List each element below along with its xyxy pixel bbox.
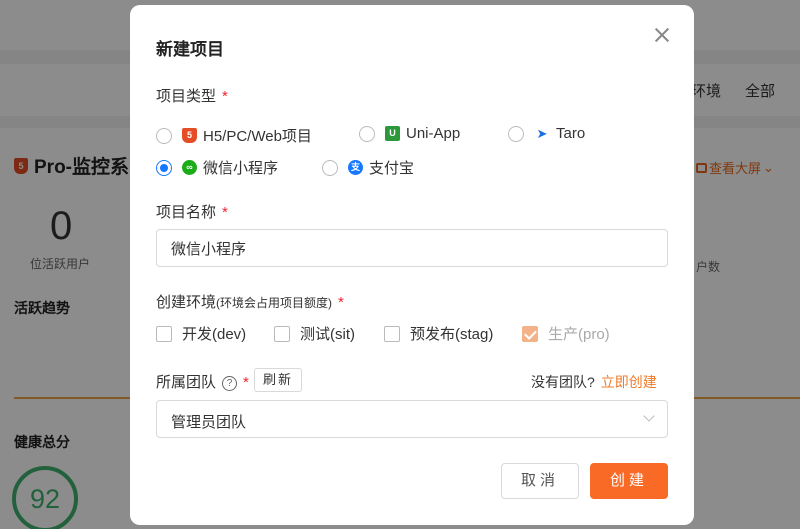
uni-app-icon: U xyxy=(385,126,400,141)
required-mark: * xyxy=(243,374,249,391)
radio-label: 微信小程序 xyxy=(203,160,279,177)
radio-label: H5/PC/Web项目 xyxy=(203,128,312,145)
create-team-link[interactable]: 立即创建 xyxy=(601,374,657,390)
checkbox-stag[interactable]: 预发布(stag) xyxy=(384,323,493,344)
environment-label: 创建环境(环境会占用项目额度) * xyxy=(156,291,344,312)
html5-icon: 5 xyxy=(182,128,197,143)
required-mark: * xyxy=(222,88,228,105)
radio-alipay[interactable]: 支 支付宝 xyxy=(322,157,414,178)
required-mark: * xyxy=(338,294,344,311)
no-team-text: 没有团队? xyxy=(531,374,595,390)
close-icon[interactable] xyxy=(652,25,672,45)
radio-taro[interactable]: ➤ Taro xyxy=(508,125,585,142)
project-name-label-text: 项目名称 xyxy=(156,204,217,221)
radio-circle[interactable] xyxy=(508,125,524,142)
alipay-icon: 支 xyxy=(348,160,363,175)
team-label-text: 所属团队 xyxy=(156,374,217,391)
team-select-value: 管理员团队 xyxy=(171,414,247,431)
radio-h5-web[interactable]: 5 H5/PC/Web项目 xyxy=(156,125,312,146)
radio-circle-selected[interactable] xyxy=(156,159,172,176)
project-type-label: 项目类型 * xyxy=(156,85,228,106)
project-name-field[interactable] xyxy=(156,229,668,267)
checkbox-label: 预发布(stag) xyxy=(410,326,494,343)
radio-label: 支付宝 xyxy=(369,160,415,177)
checkbox-pro: 生产(pro) xyxy=(522,323,610,344)
checkbox-label: 生产(pro) xyxy=(548,326,610,343)
checkbox-box-checked xyxy=(522,325,538,342)
radio-circle[interactable] xyxy=(156,127,172,144)
checkbox-box[interactable] xyxy=(274,325,290,342)
checkbox-label: 测试(sit) xyxy=(300,326,355,343)
required-mark: * xyxy=(222,204,228,221)
checkbox-sit[interactable]: 测试(sit) xyxy=(274,323,355,344)
checkbox-label: 开发(dev) xyxy=(182,326,247,343)
cancel-button[interactable]: 取消 xyxy=(501,463,579,499)
radio-circle[interactable] xyxy=(359,125,375,142)
wechat-miniprogram-icon: ∞ xyxy=(182,160,197,175)
project-name-input[interactable] xyxy=(157,230,667,266)
team-select[interactable]: 管理员团队 xyxy=(156,400,668,438)
radio-label: Taro xyxy=(556,125,586,142)
refresh-button[interactable]: 刷新 xyxy=(254,368,303,392)
checkbox-dev[interactable]: 开发(dev) xyxy=(156,323,246,344)
no-team-hint: 没有团队? 立即创建 xyxy=(531,372,657,392)
environment-label-note: (环境会占用项目额度) xyxy=(216,296,333,310)
new-project-dialog: 新建项目 项目类型 * 5 H5/PC/Web项目 U Uni-App ➤ Tar… xyxy=(130,5,694,525)
dialog-title: 新建项目 xyxy=(156,40,224,59)
create-button[interactable]: 创建 xyxy=(590,463,668,499)
environment-label-text: 创建环境 xyxy=(156,294,217,311)
radio-label: Uni-App xyxy=(406,125,461,142)
team-label: 所属团队? * xyxy=(156,371,249,392)
checkbox-box[interactable] xyxy=(156,325,172,342)
project-type-label-text: 项目类型 xyxy=(156,88,217,105)
radio-uni-app[interactable]: U Uni-App xyxy=(359,125,460,142)
chevron-down-icon xyxy=(643,410,655,422)
question-circle-icon[interactable]: ? xyxy=(222,376,238,391)
taro-icon: ➤ xyxy=(536,126,548,141)
checkbox-box[interactable] xyxy=(384,325,400,342)
radio-wechat-miniprogram[interactable]: ∞ 微信小程序 xyxy=(156,157,278,178)
project-name-label: 项目名称 * xyxy=(156,201,228,222)
radio-circle[interactable] xyxy=(322,159,338,176)
